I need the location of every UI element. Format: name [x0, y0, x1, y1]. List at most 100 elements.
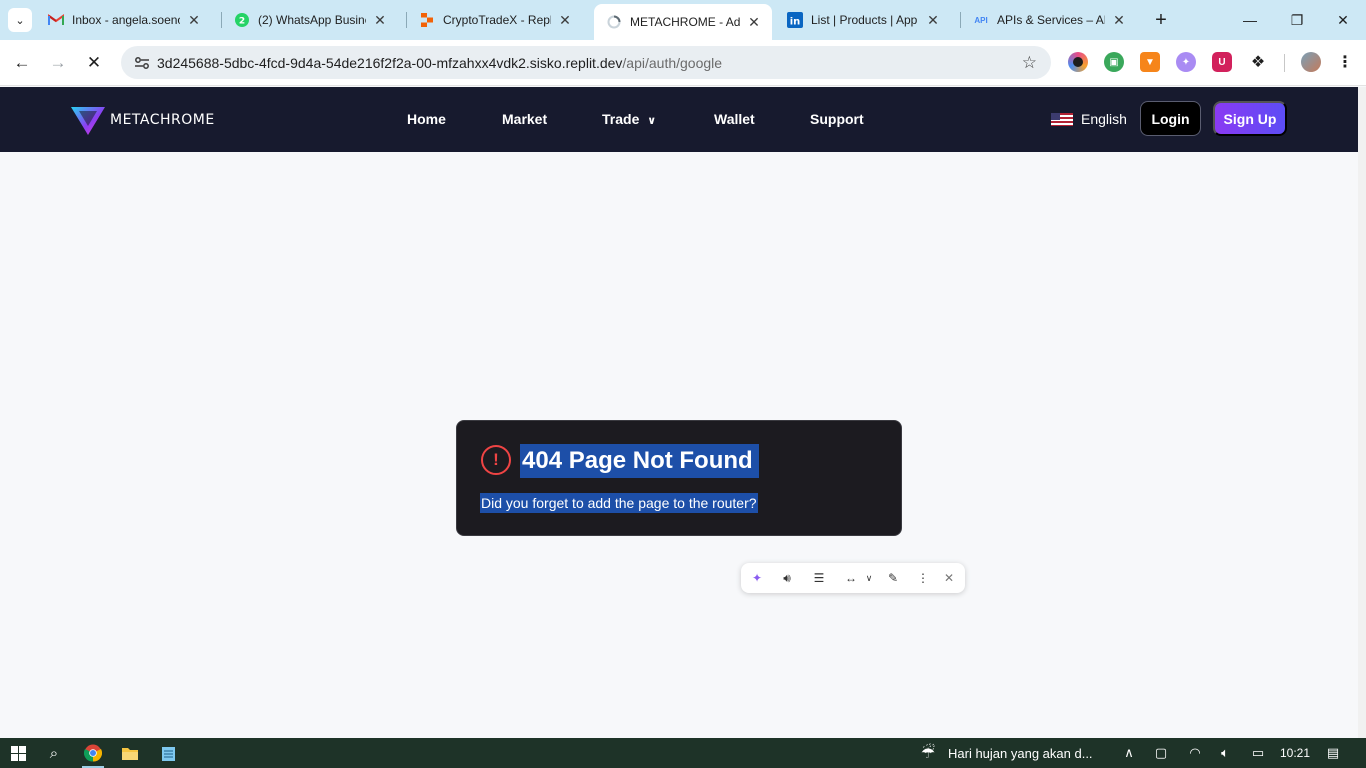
- address-bar[interactable]: 3d245688-5dbc-4fcd-9d4a-54de216f2f2a-00-…: [121, 46, 1051, 79]
- volume-icon[interactable]: 🔈︎: [1216, 743, 1234, 763]
- notifications-icon[interactable]: ▤: [1324, 743, 1342, 763]
- nav-home[interactable]: Home: [407, 111, 446, 127]
- arrow-left-icon: ←: [13, 53, 31, 72]
- gmail-icon: [48, 12, 64, 28]
- new-tab-button[interactable]: +: [1150, 9, 1172, 31]
- linkedin-icon: in: [787, 12, 803, 28]
- restore-button[interactable]: ❐: [1285, 8, 1309, 32]
- meet-now-icon[interactable]: ▢: [1152, 743, 1170, 763]
- url-path: /api/auth/google: [622, 54, 723, 71]
- toolbar-separator: [1284, 54, 1285, 72]
- notepad-icon[interactable]: [158, 743, 178, 763]
- browser-toolbar: ← → ✕ 3d245688-5dbc-4fcd-9d4a-54de216f2f…: [0, 40, 1366, 86]
- close-icon[interactable]: ✕: [746, 14, 762, 30]
- error-card: ! 404 Page Not Found Did you forget to a…: [456, 420, 902, 536]
- tab-metachrome[interactable]: METACHROME - Adv ✕: [594, 4, 772, 40]
- translate-icon[interactable]: ↔: [843, 570, 859, 586]
- chevron-down-icon: ∨: [647, 115, 657, 127]
- close-icon[interactable]: ✕: [1111, 12, 1127, 28]
- site-logo[interactable]: METACHROME: [70, 104, 215, 136]
- whatsapp-icon: 2: [234, 12, 250, 28]
- more-icon[interactable]: ⋮: [915, 570, 931, 586]
- highlight-icon[interactable]: ✎: [885, 570, 901, 586]
- login-button[interactable]: Login: [1140, 101, 1201, 136]
- tab-title: Inbox - angela.soenoko: [72, 13, 180, 27]
- windows-taskbar: ⌕ ☔ Hari hujan yang akan d... ∧ ▢ ◠ 🔈︎ ▭…: [0, 738, 1366, 768]
- chevron-down-icon[interactable]: ∨: [861, 570, 877, 586]
- restore-icon: ❐: [1290, 11, 1304, 28]
- tab-gmail[interactable]: Inbox - angela.soenoko ✕: [36, 4, 212, 36]
- replit-icon: [419, 12, 435, 28]
- logo-text: METACHROME: [110, 112, 215, 128]
- browser-tab-strip: ⌄ Inbox - angela.soenoko ✕ 2 (2) WhatsAp…: [0, 0, 1366, 40]
- back-button[interactable]: ←: [10, 51, 34, 75]
- signup-button[interactable]: Sign Up: [1213, 101, 1287, 136]
- ai-brain-icon[interactable]: ✦: [749, 570, 765, 586]
- arrow-right-icon: →: [49, 53, 67, 72]
- close-icon[interactable]: ✕: [941, 570, 957, 586]
- chrome-taskbar-icon[interactable]: [83, 743, 103, 763]
- extension-green-icon[interactable]: ▣: [1104, 52, 1124, 72]
- close-icon[interactable]: ✕: [925, 12, 941, 28]
- weather-umbrella-icon[interactable]: ☔: [916, 743, 940, 763]
- metachrome-logo-icon: [71, 107, 105, 135]
- profile-avatar[interactable]: [1301, 52, 1321, 72]
- site-info-icon[interactable]: [127, 56, 157, 70]
- chevron-down-icon: ⌄: [15, 14, 25, 27]
- tab-title: CryptoTradeX - Replit: [443, 13, 551, 27]
- url-text[interactable]: 3d245688-5dbc-4fcd-9d4a-54de216f2f2a-00-…: [157, 55, 722, 71]
- plus-icon: +: [1155, 8, 1167, 31]
- api-icon: API: [974, 15, 988, 25]
- svg-text:in: in: [790, 17, 801, 28]
- bookmark-star-icon[interactable]: ☆: [1022, 53, 1037, 73]
- error-title: 404 Page Not Found: [520, 444, 759, 478]
- clock-time[interactable]: 10:21: [1280, 743, 1310, 763]
- loading-icon: [606, 14, 622, 30]
- start-button[interactable]: [10, 743, 26, 763]
- tab-replit[interactable]: CryptoTradeX - Replit ✕: [407, 4, 583, 36]
- file-explorer-icon[interactable]: [120, 743, 140, 763]
- browser-menu-icon[interactable]: ⋮: [1335, 52, 1355, 72]
- nav-trade-label: Trade: [602, 111, 640, 127]
- shield-u-icon[interactable]: U: [1212, 52, 1232, 72]
- battery-icon[interactable]: ▭: [1249, 743, 1267, 763]
- close-icon: ✕: [86, 53, 102, 72]
- minimize-icon: —: [1243, 12, 1257, 28]
- read-aloud-icon[interactable]: 🔊︎: [779, 570, 795, 586]
- tab-search-button[interactable]: ⌄: [8, 8, 32, 32]
- summarize-icon[interactable]: ☰: [811, 570, 827, 586]
- window-close-button[interactable]: ✕: [1331, 8, 1355, 32]
- tab-apis-services[interactable]: API APIs & Services – API ✕: [961, 4, 1137, 36]
- nav-market[interactable]: Market: [502, 111, 547, 127]
- close-icon[interactable]: ✕: [372, 12, 388, 28]
- nav-wallet[interactable]: Wallet: [714, 111, 755, 127]
- extensions-puzzle-icon[interactable]: ❖: [1248, 52, 1268, 72]
- ai-brain-extension-icon[interactable]: ✦: [1176, 52, 1196, 72]
- close-icon[interactable]: ✕: [186, 12, 202, 28]
- url-host: 3d245688-5dbc-4fcd-9d4a-54de216f2f2a-00-…: [157, 54, 623, 71]
- selection-toolbar: ✦ 🔊︎ ☰ ↔ ∨ ✎ ⋮ ✕: [741, 563, 965, 593]
- tab-title: (2) WhatsApp Business: [258, 13, 366, 27]
- stop-loading-button[interactable]: ✕: [82, 51, 106, 75]
- tab-whatsapp[interactable]: 2 (2) WhatsApp Business ✕: [222, 4, 398, 36]
- alert-circle-icon: !: [481, 445, 511, 475]
- close-icon[interactable]: ✕: [557, 12, 573, 28]
- tab-linkedin[interactable]: in List | Products | App ✕: [775, 4, 951, 36]
- metamask-icon[interactable]: ▼: [1140, 52, 1160, 72]
- wifi-icon[interactable]: ◠: [1186, 743, 1204, 763]
- us-flag-icon: [1051, 112, 1073, 126]
- language-selector[interactable]: English: [1051, 111, 1127, 127]
- nav-trade[interactable]: Trade ∨: [602, 111, 656, 127]
- svg-text:2: 2: [239, 17, 245, 27]
- forward-button[interactable]: →: [46, 51, 70, 75]
- weather-text[interactable]: Hari hujan yang akan d...: [948, 743, 1093, 763]
- nav-support[interactable]: Support: [810, 111, 864, 127]
- tab-title: METACHROME - Adv: [630, 15, 740, 29]
- page-scrollbar[interactable]: [1358, 87, 1366, 738]
- extension-colorful-icon[interactable]: [1068, 52, 1088, 72]
- close-icon: ✕: [1337, 11, 1349, 28]
- minimize-button[interactable]: —: [1238, 8, 1262, 32]
- windows-logo-icon: [10, 745, 26, 761]
- chevron-up-icon[interactable]: ∧: [1121, 743, 1137, 763]
- search-icon[interactable]: ⌕: [44, 743, 64, 763]
